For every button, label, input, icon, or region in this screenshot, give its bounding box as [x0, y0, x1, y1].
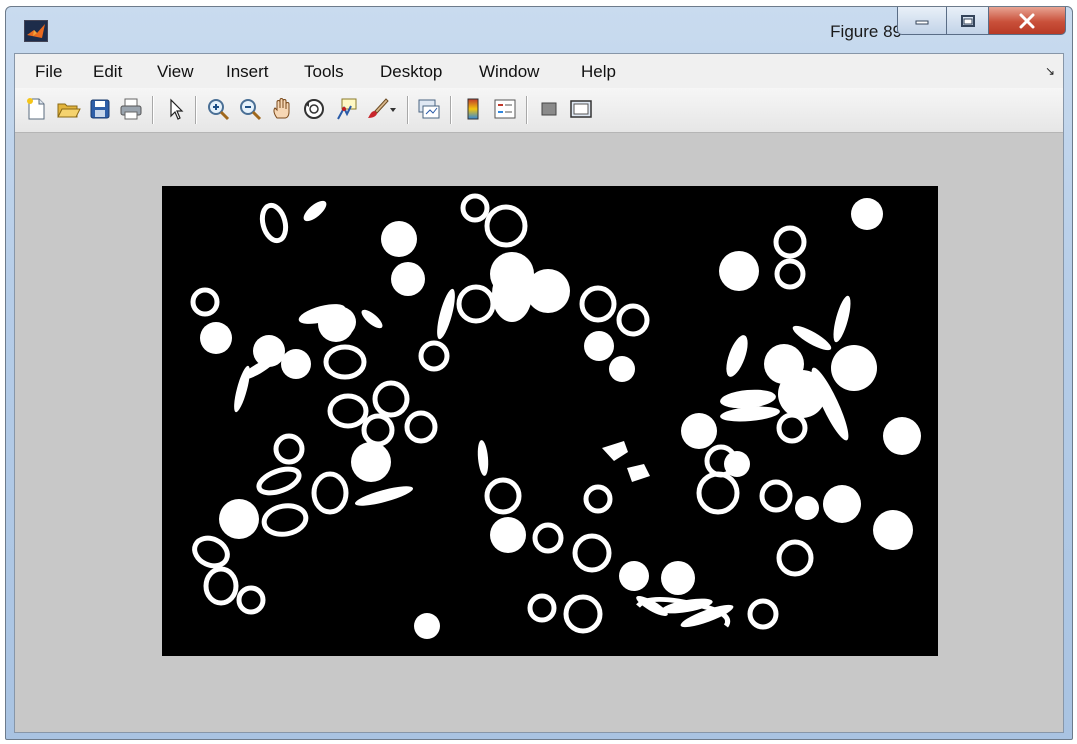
figure-client-area: File Edit View Insert Tools Desktop Wind…	[14, 53, 1064, 733]
show-plot-tools-icon[interactable]	[568, 96, 594, 122]
matlab-icon[interactable]	[24, 20, 48, 42]
minimize-icon	[915, 20, 929, 24]
minimize-button[interactable]	[897, 7, 947, 35]
menu-tools[interactable]: Tools	[304, 62, 344, 82]
zoom-out-icon[interactable]	[237, 96, 263, 122]
title-bar[interactable]: Figure 89	[6, 7, 1072, 53]
pan-icon[interactable]	[269, 96, 295, 122]
data-cursor-icon[interactable]	[333, 96, 359, 122]
new-figure-icon[interactable]	[23, 96, 49, 122]
legend-icon[interactable]	[492, 96, 518, 122]
save-icon[interactable]	[87, 96, 113, 122]
segmented-cell-image	[162, 186, 938, 656]
restore-icon	[960, 14, 975, 27]
menu-view[interactable]: View	[157, 62, 194, 82]
rotate-3d-icon[interactable]	[301, 96, 327, 122]
menu-insert[interactable]: Insert	[226, 62, 269, 82]
menu-desktop[interactable]: Desktop	[380, 62, 442, 82]
menu-file[interactable]: File	[35, 62, 62, 82]
toolbar-separator	[407, 96, 409, 124]
toolbar-separator	[152, 96, 154, 124]
menubar-overflow-icon[interactable]: ↘	[1045, 64, 1055, 78]
menu-edit[interactable]: Edit	[93, 62, 122, 82]
menu-bar: File Edit View Insert Tools Desktop Wind…	[15, 54, 1063, 89]
menu-window[interactable]: Window	[479, 62, 539, 82]
toolbar-separator	[195, 96, 197, 124]
toolbar-separator	[526, 96, 528, 124]
window-title: Figure 89	[830, 22, 902, 41]
open-file-icon[interactable]	[55, 96, 81, 122]
edit-plot-icon[interactable]	[162, 96, 188, 122]
brush-dropdown-icon[interactable]	[387, 96, 399, 122]
menu-help[interactable]: Help	[581, 62, 616, 82]
close-icon	[1019, 13, 1035, 28]
link-plot-icon[interactable]	[415, 96, 441, 122]
close-button[interactable]	[988, 7, 1066, 35]
toolbar-separator	[450, 96, 452, 124]
maximize-button[interactable]	[946, 7, 989, 35]
figure-toolbar	[15, 88, 1063, 133]
hide-plot-tools-icon[interactable]	[536, 96, 562, 122]
print-icon[interactable]	[118, 96, 144, 122]
figure-window: Figure 89 File Edit View Insert Tools De…	[5, 6, 1073, 740]
colorbar-icon[interactable]	[460, 96, 486, 122]
image-axes[interactable]	[162, 186, 938, 656]
zoom-in-icon[interactable]	[205, 96, 231, 122]
